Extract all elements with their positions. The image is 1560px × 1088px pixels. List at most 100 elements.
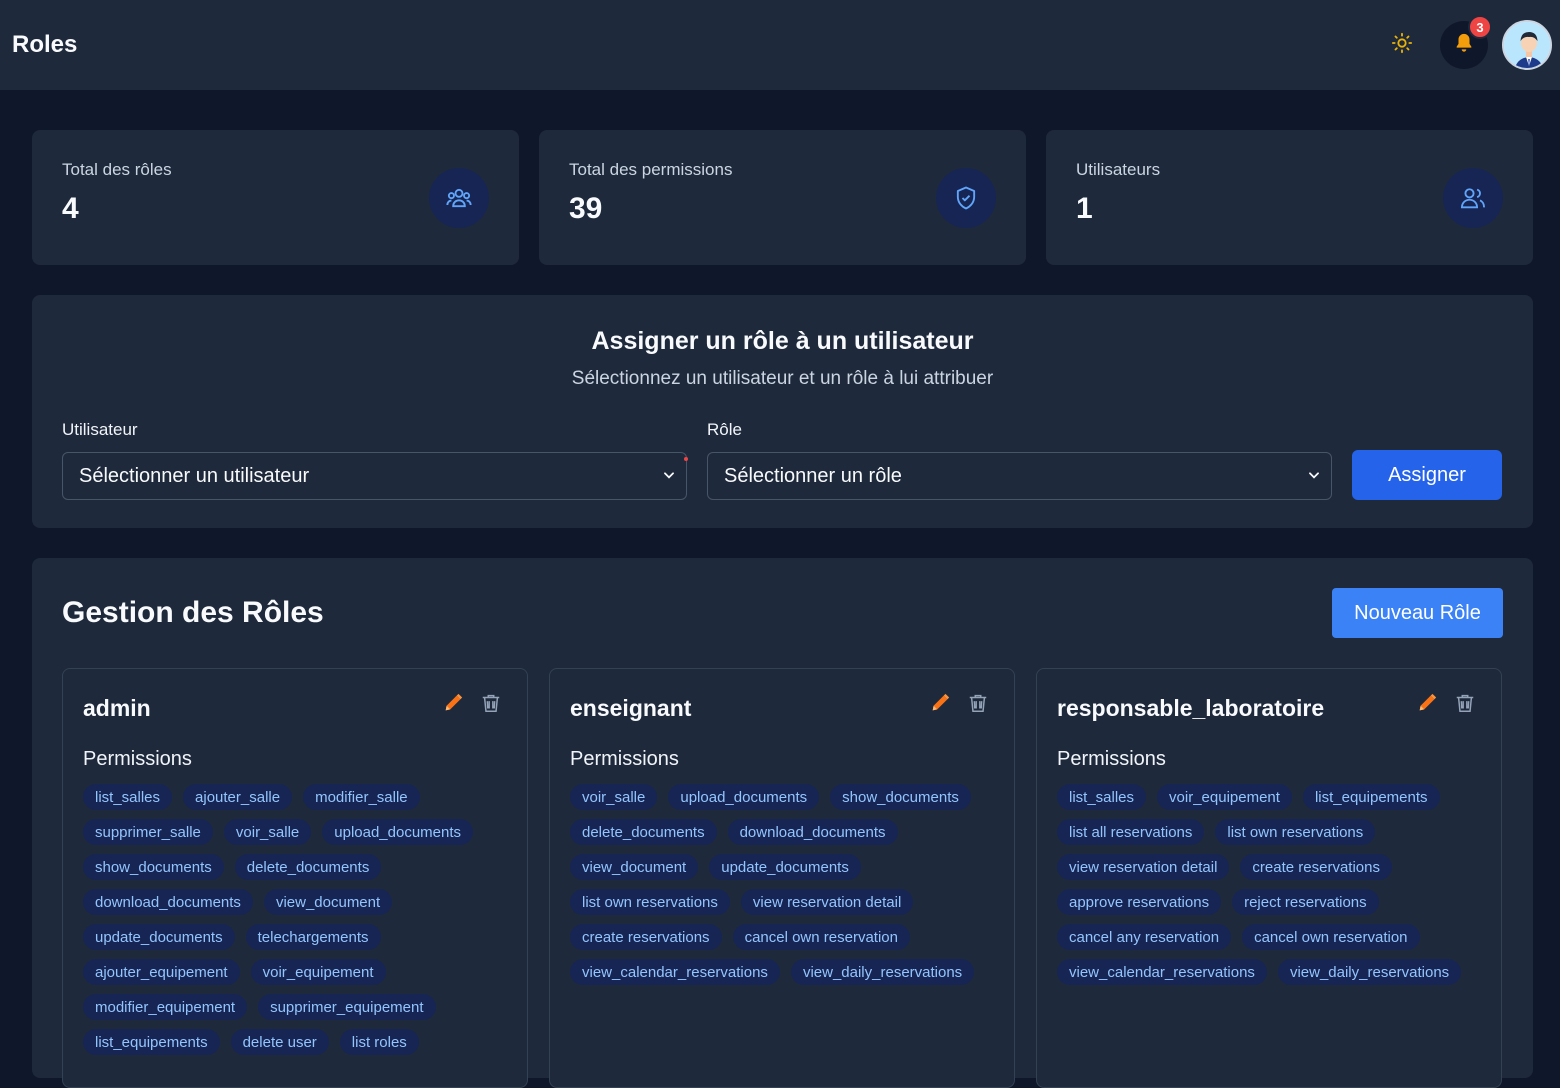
permission-chip: cancel any reservation xyxy=(1057,924,1232,950)
permission-chip: create reservations xyxy=(570,924,722,950)
permission-chip: telechargements xyxy=(245,924,381,950)
role-card-header: responsable_laboratoire xyxy=(1057,689,1481,722)
permission-chip: voir_salle xyxy=(570,784,658,810)
role-actions xyxy=(441,693,503,717)
permission-chip: modifier_equipement xyxy=(83,994,248,1020)
permission-chip: ajouter_salle xyxy=(183,784,293,810)
trash-icon xyxy=(1454,692,1476,719)
permission-chip: list_equipements xyxy=(83,1029,220,1055)
permission-chip: list all reservations xyxy=(1057,819,1205,845)
permission-chip: create reservations xyxy=(1240,854,1392,880)
role-select[interactable]: Sélectionner un rôle xyxy=(707,452,1332,500)
permission-chip: cancel own reservation xyxy=(732,924,910,950)
user-field: Utilisateur Sélectionner un utilisateur xyxy=(62,420,688,500)
delete-role-button[interactable] xyxy=(966,693,990,717)
pencil-icon xyxy=(442,692,464,719)
assign-subtitle: Sélectionnez un utilisateur et un rôle à… xyxy=(571,368,994,389)
sun-icon xyxy=(1391,32,1413,59)
trash-icon xyxy=(967,692,989,719)
permission-chip: voir_salle xyxy=(223,819,312,845)
stat-card-users: Utilisateurs 1 xyxy=(1046,130,1533,265)
notification-badge: 3 xyxy=(1468,15,1492,39)
stat-value: 4 xyxy=(62,192,79,225)
permission-chip: download_documents xyxy=(83,889,253,915)
permission-chip: supprimer_equipement xyxy=(258,994,436,1020)
assign-role-panel: Assigner un rôle à un utilisateur Sélect… xyxy=(32,295,1533,528)
role-cards: admin Permissions list_salles ajouter_salle… xyxy=(62,668,1503,1088)
stats-row: Total des rôles 4 Total des permissions … xyxy=(32,130,1533,265)
stat-label: Total des rôles xyxy=(62,160,172,179)
permission-chip: update_documents xyxy=(83,924,235,950)
permissions-heading: Permissions xyxy=(570,748,679,770)
top-actions: 3 xyxy=(1378,15,1552,70)
roles-management-panel: Gestion des Rôles Nouveau Rôle admin Perm… xyxy=(32,558,1533,1088)
stat-label: Utilisateurs xyxy=(1076,160,1161,179)
permission-chip: list_equipements xyxy=(1302,784,1440,810)
user-label: Utilisateur xyxy=(62,420,138,439)
permission-chip: ajouter_equipement xyxy=(83,959,240,985)
permission-chip: modifier_salle xyxy=(303,784,420,810)
user-select[interactable]: Sélectionner un utilisateur xyxy=(62,452,688,500)
permission-chip: view reservation detail xyxy=(1057,854,1230,880)
permission-chip: list own reservations xyxy=(1215,819,1376,845)
permission-chip: delete_documents xyxy=(234,854,382,880)
delete-role-button[interactable] xyxy=(479,693,503,717)
delete-role-button[interactable] xyxy=(1453,693,1477,717)
permission-chip: view_daily_reservations xyxy=(790,959,975,985)
user-select-value: Sélectionner un utilisateur xyxy=(79,464,310,487)
permission-chip: view_daily_reservations xyxy=(1277,959,1462,985)
users-group-icon xyxy=(429,168,489,228)
permission-chips: list_salles ajouter_salle modifier_sallesu… xyxy=(83,784,507,1055)
role-card-header: admin xyxy=(83,689,507,722)
stat-value: 39 xyxy=(569,192,603,225)
permission-chip: view_document xyxy=(263,889,393,915)
edit-role-button[interactable] xyxy=(441,693,465,717)
permission-chip: supprimer_salle xyxy=(83,819,213,845)
permission-chip: download_documents xyxy=(727,819,898,845)
theme-toggle-button[interactable] xyxy=(1378,21,1426,69)
role-actions xyxy=(1415,693,1477,717)
permission-chip: upload_documents xyxy=(668,784,820,810)
role-actions xyxy=(928,693,990,717)
permission-chip: list_salles xyxy=(83,784,173,810)
edit-role-button[interactable] xyxy=(1415,693,1439,717)
permissions-heading: Permissions xyxy=(83,748,192,770)
role-name: responsable_laboratoire xyxy=(1057,695,1325,721)
avatar[interactable] xyxy=(1502,20,1552,70)
roles-section-title: Gestion des Rôles xyxy=(62,596,324,629)
permission-chip: upload_documents xyxy=(322,819,474,845)
permission-chip: list roles xyxy=(339,1029,419,1055)
permission-chip: delete_documents xyxy=(570,819,717,845)
assign-form: Utilisateur Sélectionner un utilisateur … xyxy=(62,420,1503,500)
permission-chip: delete user xyxy=(230,1029,329,1055)
stat-value: 1 xyxy=(1076,192,1093,225)
new-role-button[interactable]: Nouveau Rôle xyxy=(1332,588,1503,638)
trash-icon xyxy=(480,692,502,719)
roles-header: Gestion des Rôles Nouveau Rôle xyxy=(62,588,1503,638)
required-indicator xyxy=(684,457,688,461)
permission-chip: approve reservations xyxy=(1057,889,1222,915)
permission-chip: view reservation detail xyxy=(740,889,914,915)
pencil-icon xyxy=(1416,692,1438,719)
role-card-enseignant: enseignant Permissions voir_salle upload_do… xyxy=(549,668,1015,1088)
permission-chip: reject reservations xyxy=(1232,889,1379,915)
pencil-icon xyxy=(929,692,951,719)
role-select-value: Sélectionner un rôle xyxy=(724,464,902,487)
edit-role-button[interactable] xyxy=(928,693,952,717)
role-name: admin xyxy=(83,695,151,721)
stat-label: Total des permissions xyxy=(569,160,733,179)
permission-chip: view_calendar_reservations xyxy=(570,959,780,985)
stat-card-permissions: Total des permissions 39 xyxy=(539,130,1026,265)
role-card-admin: admin Permissions list_salles ajouter_salle… xyxy=(62,668,528,1088)
permission-chip: voir_equipement xyxy=(1157,784,1292,810)
permission-chip: cancel own reservation xyxy=(1242,924,1420,950)
permission-chip: view_document xyxy=(570,854,699,880)
notifications-button[interactable]: 3 xyxy=(1440,15,1492,69)
top-bar: Roles 3 xyxy=(0,0,1560,90)
permission-chip: list_salles xyxy=(1057,784,1147,810)
assign-button[interactable]: Assigner xyxy=(1352,450,1502,500)
assign-title: Assigner un rôle à un utilisateur xyxy=(591,327,974,355)
shield-check-icon xyxy=(936,168,996,228)
role-name: enseignant xyxy=(570,695,692,721)
permission-chip: show_documents xyxy=(83,854,224,880)
